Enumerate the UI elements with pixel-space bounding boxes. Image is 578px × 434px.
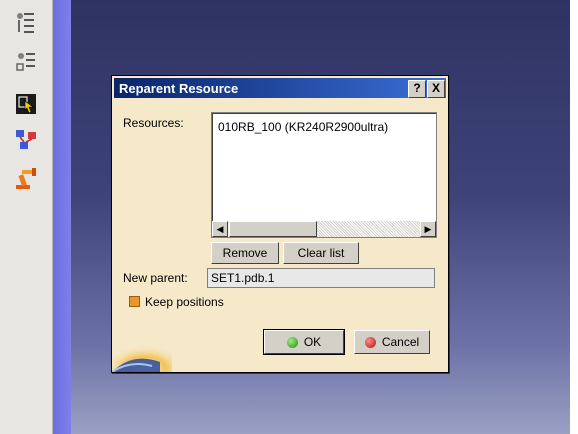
keep-positions-checkbox[interactable] bbox=[129, 296, 140, 307]
scroll-thumb[interactable] bbox=[229, 221, 317, 237]
keep-positions-label: Keep positions bbox=[145, 295, 224, 309]
resources-listbox[interactable]: 010RB_100 (KR240R2900ultra) ◀ ▶ bbox=[211, 112, 437, 238]
dialog-titlebar[interactable]: Reparent Resource ? X bbox=[114, 78, 446, 98]
resources-label: Resources: bbox=[123, 116, 184, 130]
left-toolbar bbox=[0, 0, 53, 434]
cancel-label: Cancel bbox=[381, 335, 420, 349]
network-icon[interactable] bbox=[12, 126, 40, 154]
scroll-track[interactable] bbox=[317, 221, 420, 237]
ok-label: OK bbox=[303, 335, 322, 349]
robot-arm-icon[interactable] bbox=[12, 164, 40, 192]
tree-link-icon[interactable] bbox=[12, 48, 40, 76]
scroll-left-icon[interactable]: ◀ bbox=[212, 221, 228, 237]
close-button[interactable]: X bbox=[427, 80, 445, 98]
select-cursor-icon[interactable] bbox=[12, 90, 40, 118]
horizontal-scrollbar[interactable]: ◀ ▶ bbox=[212, 221, 436, 237]
list-item[interactable]: 010RB_100 (KR240R2900ultra) bbox=[218, 120, 388, 134]
scroll-right-icon[interactable]: ▶ bbox=[420, 221, 436, 237]
ok-button[interactable]: OK bbox=[263, 329, 345, 355]
panel-strip bbox=[53, 0, 71, 434]
ok-icon bbox=[286, 337, 298, 349]
dialog-title: Reparent Resource bbox=[119, 81, 239, 96]
compass-logo-icon bbox=[112, 338, 172, 372]
new-parent-label: New parent: bbox=[123, 271, 188, 285]
cancel-icon bbox=[364, 337, 376, 349]
tree-text-icon[interactable] bbox=[12, 8, 40, 36]
new-parent-field[interactable]: SET1.pdb.1 bbox=[207, 268, 435, 288]
clear-list-button[interactable]: Clear list bbox=[283, 242, 359, 264]
right-edge bbox=[570, 0, 578, 434]
reparent-resource-dialog: Reparent Resource ? X Resources: 010RB_1… bbox=[111, 75, 449, 373]
cancel-button[interactable]: Cancel bbox=[354, 330, 430, 354]
help-button[interactable]: ? bbox=[408, 80, 426, 98]
remove-button[interactable]: Remove bbox=[211, 242, 279, 264]
